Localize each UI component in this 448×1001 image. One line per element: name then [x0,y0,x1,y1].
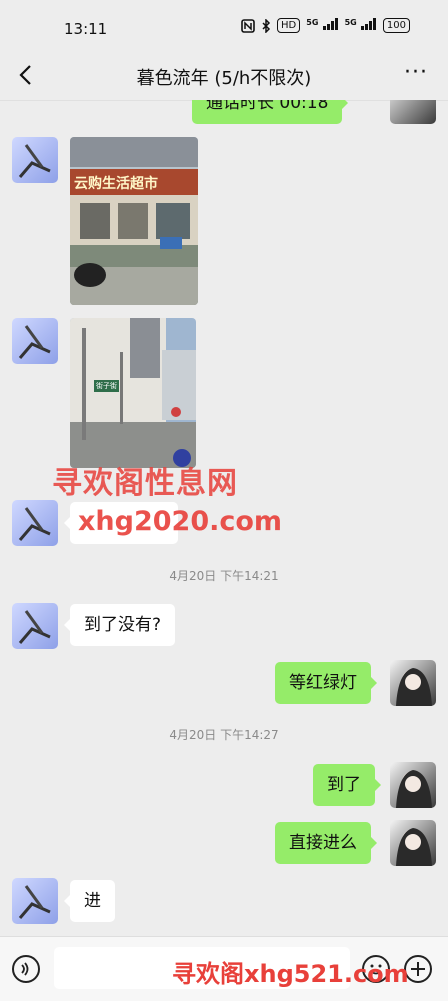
message-bubble-self[interactable]: 到了 [313,764,381,806]
avatar-contact[interactable] [12,878,58,924]
voice-input-icon[interactable] [12,955,40,983]
avatar-contact[interactable] [12,603,58,649]
avatar-contact[interactable] [12,500,58,546]
avatar-contact[interactable] [12,318,58,364]
message-text: 到了没有? [84,615,162,635]
street-sign-text: 街子街 [94,380,119,392]
bluetooth-icon [262,18,271,33]
avatar-self[interactable] [390,660,436,706]
signal-5g-icon: 5G [306,18,338,33]
chat-title: 暮色流年 (5/h不限次) [136,68,312,89]
avatar-self[interactable] [390,820,436,866]
chat-messages[interactable]: 通话时长 00:18 云购生活超市 街子街 4月20日 下午14:21 到了没有… [0,100,448,936]
message-bubble-self[interactable]: 通话时长 00:18 [192,100,349,124]
message-text: 进 [84,891,101,911]
status-icons: HD 5G 5G 100 [241,18,410,33]
hd-icon: HD [277,18,301,33]
message-bubble-self[interactable]: 直接进么 [275,822,377,864]
chat-header: 暮色流年 (5/h不限次) ··· [0,52,448,101]
signal-5g-icon: 5G [345,18,377,33]
message-text: 到了 [327,775,361,795]
status-bar: 13:11 HD 5G 5G 100 [0,0,448,52]
battery-icon: 100 [382,18,410,33]
network-label: 5G [306,18,319,27]
message-timestamp: 4月20日 下午14:27 [169,728,279,742]
nfc-icon [241,18,255,33]
watermark-url: xhg2020.com [78,506,283,537]
call-duration-text: 通话时长 00:18 [206,100,329,113]
avatar-self[interactable] [390,100,436,124]
message-text: 等红绿灯 [289,673,357,693]
message-bubble-contact[interactable]: 到了没有? [63,604,176,646]
message-bubble-contact[interactable]: 进 [64,880,115,922]
image-message-street[interactable]: 街子街 [70,318,196,468]
message-timestamp: 4月20日 下午14:21 [169,569,279,583]
network-label: 5G [344,18,357,27]
watermark-url: 寻欢阁xhg521.com [172,960,409,988]
more-options-icon[interactable]: ··· [404,60,428,85]
watermark-text: 寻欢阁性息网 [52,466,238,501]
avatar-contact[interactable] [12,137,58,183]
message-bubble-self[interactable]: 等红绿灯 [275,662,377,704]
status-time: 13:11 [64,20,108,38]
message-text: 直接进么 [289,833,357,853]
shop-sign-text: 云购生活超市 [74,176,158,192]
image-message-shop[interactable]: 云购生活超市 [70,137,198,305]
avatar-self[interactable] [390,762,436,808]
